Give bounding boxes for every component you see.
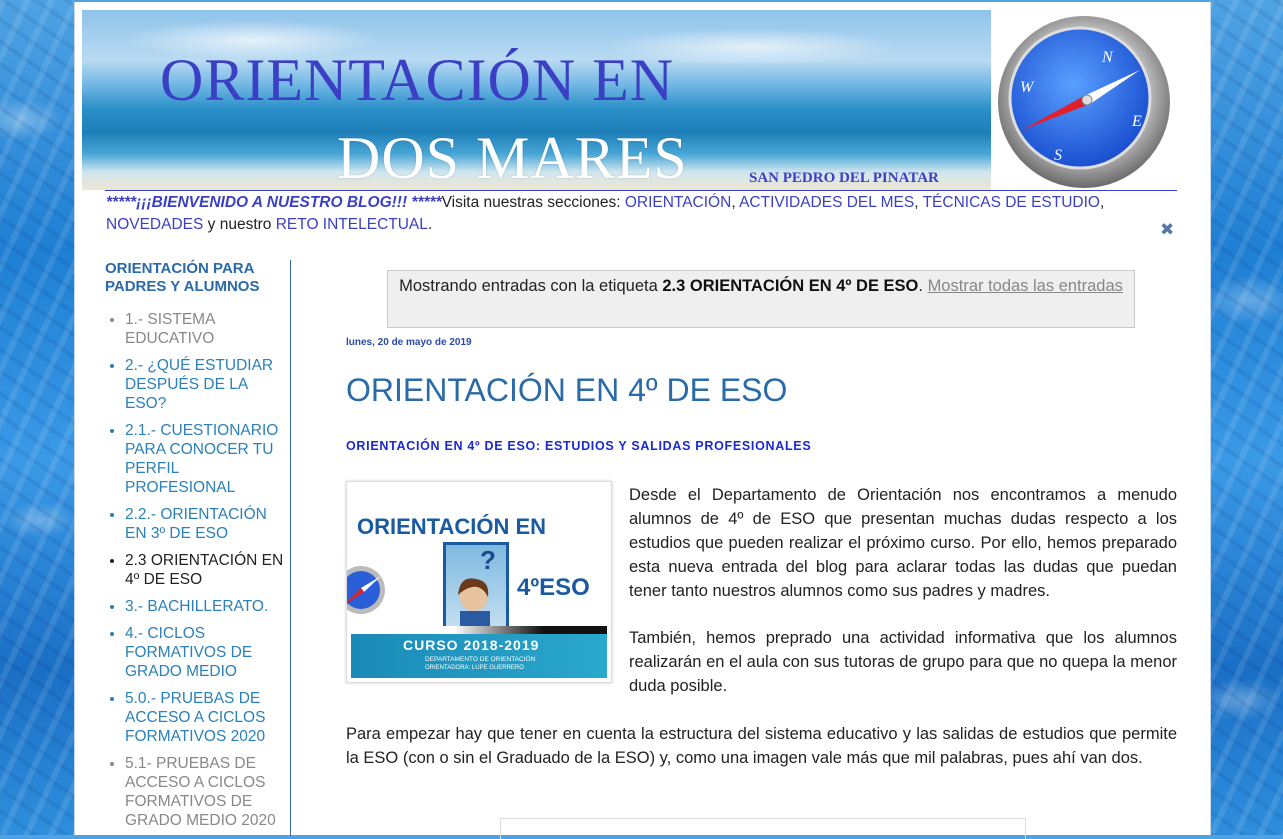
- header-banner[interactable]: ORIENTACIÓN EN DOS MARES SAN PEDRO DEL P…: [82, 10, 991, 190]
- image-author-text: ORIENTADORA: LUPE GUERRERO: [425, 665, 524, 671]
- blog-location: SAN PEDRO DEL PINATAR: [749, 170, 939, 186]
- sidebar-item-pruebas-acceso-2020[interactable]: 5.0.- PRUEBAS DE ACCESO A CICLOS FORMATI…: [125, 689, 290, 746]
- image-course-band: CURSO 2018-2019 DEPARTAMENTO DE ORIENTAC…: [351, 634, 607, 678]
- separator: ,: [914, 194, 923, 211]
- sidebar-link[interactable]: 2.3 ORIENTACIÓN EN 4º DE ESO: [125, 552, 283, 588]
- sidebar-link[interactable]: 2.2.- ORIENTACIÓN EN 3º DE ESO: [125, 506, 267, 542]
- background-water-left: [0, 0, 74, 835]
- label-prefix: Mostrando entradas con la etiqueta: [399, 277, 663, 295]
- separator: ,: [1099, 194, 1105, 211]
- sidebar-item-sistema-educativo[interactable]: 1.- SISTEMA EDUCATIVO: [125, 310, 290, 348]
- sidebar-link[interactable]: 3.- BACHILLERATO.: [125, 598, 268, 615]
- question-person-icon: ?: [458, 545, 496, 635]
- svg-text:S: S: [1054, 147, 1062, 164]
- sidebar-item-que-estudiar[interactable]: 2.- ¿QUÉ ESTUDIAR DESPUÉS DE LA ESO?: [125, 356, 290, 413]
- label-dot: .: [918, 277, 928, 295]
- post-date: lunes, 20 de mayo de 2019: [346, 337, 472, 348]
- sidebar-item-pruebas-grado-medio-2020[interactable]: 5.1- PRUEBAS DE ACCESO A CICLOS FORMATIV…: [125, 754, 290, 830]
- sidebar-link[interactable]: 5.0.- PRUEBAS DE ACCESO A CICLOS FORMATI…: [125, 690, 265, 745]
- sidebar-item-3-eso[interactable]: 2.2.- ORIENTACIÓN EN 3º DE ESO: [125, 505, 290, 543]
- sidebar-link[interactable]: 2.1.- CUESTIONARIO PARA CONOCER TU PERFI…: [125, 422, 278, 496]
- link-actividades-del-mes[interactable]: ACTIVIDADES DEL MES: [739, 194, 914, 211]
- welcome-banner-text: *****¡¡¡BIENVENIDO A NUESTRO BLOG!!! ***…: [106, 194, 442, 211]
- blog-page: ORIENTACIÓN EN DOS MARES SAN PEDRO DEL P…: [74, 2, 1211, 839]
- svg-text:N: N: [1101, 49, 1114, 66]
- svg-text:?: ?: [480, 545, 496, 575]
- separator: ,: [731, 194, 740, 211]
- link-reto-intelectual[interactable]: RETO INTELECTUAL: [276, 216, 428, 233]
- link-orientacion[interactable]: ORIENTACIÓN: [625, 194, 732, 211]
- header-divider: [105, 190, 1177, 191]
- sidebar-item-cuestionario[interactable]: 2.1.- CUESTIONARIO PARA CONOCER TU PERFI…: [125, 421, 290, 497]
- welcome-text: Visita nuestras secciones:: [441, 194, 625, 211]
- post-image-inner: ORIENTACIÓN EN ? 4ºESO CURSO 2018-2019 D…: [347, 486, 607, 678]
- show-all-posts-link[interactable]: Mostrar todas las entradas: [928, 277, 1123, 295]
- image-eso-text: 4ºESO: [517, 574, 590, 601]
- link-novedades[interactable]: NOVEDADES: [106, 216, 203, 233]
- post-paragraph-2: También, hemos preprado una actividad in…: [629, 629, 1177, 695]
- sidebar-item-4-eso[interactable]: 2.3 ORIENTACIÓN EN 4º DE ESO: [125, 551, 290, 589]
- compass-icon: [347, 566, 385, 614]
- post-paragraph-1: Desde el Departamento de Orientación nos…: [629, 486, 1177, 600]
- sidebar-item-bachillerato[interactable]: 3.- BACHILLERATO.: [125, 597, 290, 616]
- post-subtitle: ORIENTACIÓN EN 4º DE ESO: ESTUDIOS Y SAL…: [346, 439, 812, 453]
- sidebar-link[interactable]: 4.- CICLOS FORMATIVOS DE GRADO MEDIO: [125, 625, 252, 680]
- image-dept-text: DEPARTAMENTO DE ORIENTACIÓN: [425, 656, 536, 663]
- blog-title-line2: DOS MARES: [337, 125, 688, 190]
- sidebar-heading: ORIENTACIÓN PARA PADRES Y ALUMNOS: [105, 260, 260, 295]
- post-image[interactable]: ORIENTACIÓN EN ? 4ºESO CURSO 2018-2019 D…: [346, 481, 612, 683]
- compass-icon: N E W S: [998, 16, 1170, 188]
- period: .: [427, 216, 433, 233]
- label-filter-bar: Mostrando entradas con la etiqueta 2.3 O…: [387, 270, 1135, 328]
- label-tag: 2.3 ORIENTACIÓN EN 4º DE ESO: [662, 277, 919, 295]
- sidebar-link[interactable]: 5.1- PRUEBAS DE ACCESO A CICLOS FORMATIV…: [125, 755, 276, 829]
- image-title-text: ORIENTACIÓN EN: [357, 514, 547, 539]
- welcome-text: y nuestro: [203, 216, 276, 233]
- sidebar-item-ciclos-grado-medio[interactable]: 4.- CICLOS FORMATIVOS DE GRADO MEDIO: [125, 624, 290, 681]
- thinking-person-photo: ?: [443, 542, 509, 638]
- svg-text:E: E: [1131, 113, 1142, 130]
- sidebar-list: 1.- SISTEMA EDUCATIVO 2.- ¿QUÉ ESTUDIAR …: [105, 310, 290, 830]
- post-title[interactable]: ORIENTACIÓN EN 4º DE ESO: [346, 372, 787, 409]
- sidebar: ORIENTACIÓN PARA PADRES Y ALUMNOS 1.- SI…: [105, 260, 291, 836]
- post-paragraph-3: Para empezar hay que tener en cuenta la …: [346, 725, 1177, 767]
- sidebar-link[interactable]: 1.- SISTEMA EDUCATIVO: [125, 311, 215, 347]
- edit-tools-icon[interactable]: ✖: [1160, 220, 1180, 240]
- welcome-message: *****¡¡¡BIENVENIDO A NUESTRO BLOG!!! ***…: [106, 192, 1146, 236]
- blog-header[interactable]: ORIENTACIÓN EN DOS MARES SAN PEDRO DEL P…: [82, 10, 1171, 192]
- image-course-text: CURSO 2018-2019: [403, 637, 540, 653]
- link-tecnicas-de-estudio[interactable]: TÉCNICAS DE ESTUDIO: [923, 194, 1100, 211]
- blog-title-line1: ORIENTACIÓN EN: [160, 47, 675, 113]
- next-image-frame: [500, 818, 1026, 839]
- svg-text:W: W: [1020, 79, 1035, 96]
- background-water-right: [1209, 0, 1283, 835]
- sidebar-link[interactable]: 2.- ¿QUÉ ESTUDIAR DESPUÉS DE LA ESO?: [125, 357, 273, 412]
